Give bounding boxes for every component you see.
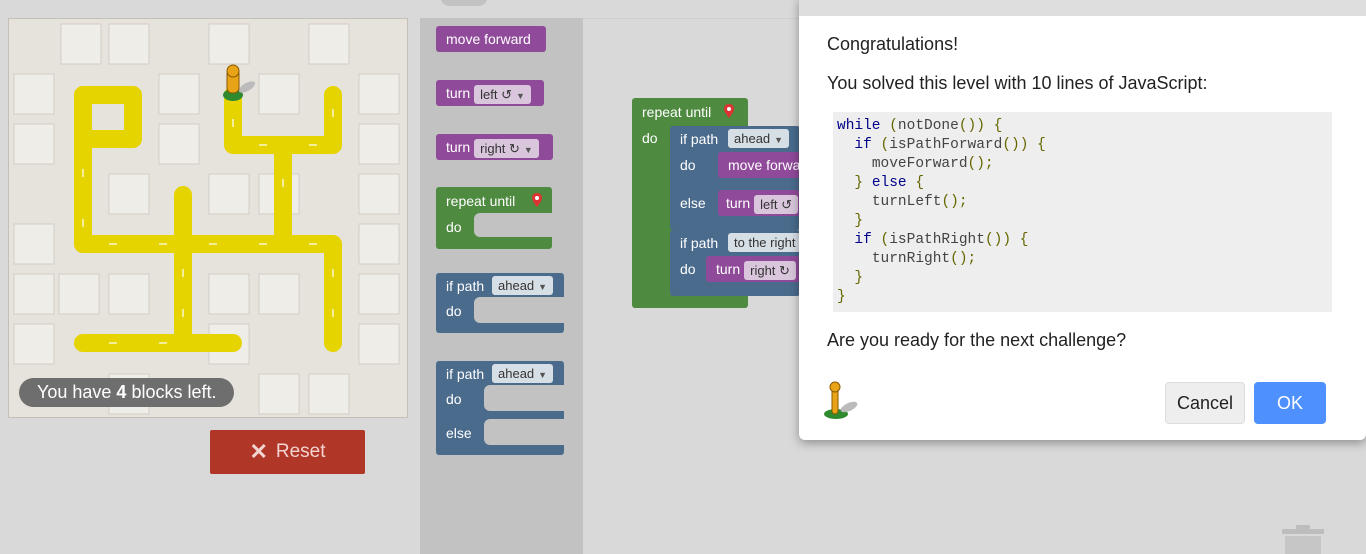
- do-label: do: [446, 303, 462, 319]
- left-option: left ↺: [480, 86, 512, 102]
- if-path-label: if path: [680, 131, 719, 147]
- path-direction-dropdown[interactable]: ahead ▼: [492, 276, 554, 295]
- move-forward-label: move forwa: [728, 157, 801, 173]
- if-path-label: if path: [446, 366, 485, 382]
- map-pin-icon: [532, 193, 542, 207]
- pegman-icon: [824, 381, 858, 419]
- dropdown-arrow-icon: ▼: [774, 135, 784, 145]
- workspace-divider: [583, 18, 803, 19]
- do-label: do: [680, 261, 696, 277]
- blocks-left-prefix: You have: [37, 382, 117, 402]
- direction-dropdown[interactable]: right ↻ ▼: [474, 138, 539, 158]
- congrats-heading: Congratulations!: [827, 34, 959, 54]
- toolbox-repeat-until-block[interactable]: repeat until do: [436, 187, 552, 249]
- dialog-header: [799, 0, 1366, 16]
- code-line: }: [854, 213, 864, 229]
- ok-button[interactable]: OK: [1254, 382, 1326, 424]
- top-tab[interactable]: [440, 0, 488, 6]
- maze-canvas: You have 4 blocks left.: [8, 18, 408, 418]
- javascript-code-block: while (notDone()) { if (isPathForward())…: [833, 112, 1332, 312]
- map-pin-icon: [724, 104, 734, 118]
- right-option: right ↻: [480, 140, 520, 156]
- direction-dropdown[interactable]: left ↺ ▼: [474, 84, 531, 104]
- left-option: left ↺: [760, 196, 792, 212]
- path-direction-dropdown[interactable]: ahead ▼: [492, 364, 554, 383]
- turn-label: turn: [446, 139, 471, 155]
- pegman-player: [223, 64, 256, 101]
- ahead-option: ahead: [498, 278, 535, 293]
- direction-dropdown[interactable]: right ↻: [744, 260, 796, 280]
- do-label: do: [680, 157, 696, 173]
- workspace-move-forward-block[interactable]: move forwa: [718, 152, 800, 178]
- next-challenge-question: Are you ready for the next challenge?: [827, 330, 1127, 350]
- solved-message: You solved this level with 10 lines of J…: [827, 73, 1208, 93]
- path-direction-dropdown[interactable]: to the right: [728, 233, 802, 252]
- maze-walls: [13, 23, 400, 415]
- move-forward-label: move forward: [446, 31, 531, 47]
- dropdown-arrow-icon: ▼: [538, 282, 548, 292]
- code-line: moveForward();: [871, 156, 994, 172]
- blocks-left-count: 4: [116, 382, 127, 402]
- blocks-left-suffix: blocks left.: [126, 382, 217, 402]
- else-label: else: [446, 425, 472, 441]
- cancel-button[interactable]: Cancel: [1165, 382, 1245, 424]
- dropdown-arrow-icon: ▼: [523, 144, 533, 155]
- congratulations-dialog: Congratulations! You solved this level w…: [799, 0, 1366, 440]
- blocks-left-badge: You have 4 blocks left.: [19, 378, 235, 407]
- code-line: }: [854, 270, 864, 286]
- toolbox-move-forward-block[interactable]: move forward: [436, 26, 546, 52]
- code-line: if (isPathRight()) {: [854, 232, 1029, 248]
- code-line: } else {: [854, 175, 925, 191]
- code-line: while (notDone()) {: [837, 118, 1003, 134]
- close-icon: ✕: [249, 439, 268, 464]
- ahead-option: ahead: [734, 131, 771, 146]
- maze-drawing: [13, 23, 400, 415]
- turn-label: turn: [716, 261, 741, 277]
- ahead-option: ahead: [498, 366, 535, 381]
- dropdown-arrow-icon: ▼: [538, 370, 548, 380]
- toolbox-if-else-block[interactable]: if path ahead ▼ do else: [436, 361, 564, 455]
- code-line: }: [837, 289, 846, 305]
- dropdown-arrow-icon: ▼: [515, 90, 525, 101]
- code-line: turnLeft();: [871, 194, 968, 210]
- right-option: right ↻: [750, 262, 790, 278]
- workspace-turn-right-block[interactable]: turn right ↻: [706, 256, 800, 282]
- workspace-turn-left-block[interactable]: turn left ↺: [718, 190, 800, 216]
- turn-label: turn: [446, 85, 471, 101]
- code-line: turnRight();: [871, 251, 977, 267]
- repeat-until-label: repeat until: [446, 193, 516, 209]
- path-direction-dropdown[interactable]: ahead ▼: [728, 129, 790, 148]
- toolbox-turn-left-block[interactable]: turn left ↺ ▼: [436, 80, 544, 106]
- turn-label: turn: [726, 195, 751, 211]
- trash-can-icon[interactable]: [1282, 525, 1324, 554]
- if-path-label: if path: [680, 235, 719, 251]
- reset-button[interactable]: ✕ Reset: [210, 430, 365, 474]
- reset-label: Reset: [275, 441, 326, 462]
- statement-slot: [484, 385, 564, 411]
- code-line: if (isPathForward()) {: [854, 137, 1046, 153]
- statement-slot: [474, 213, 552, 237]
- do-label: do: [446, 391, 462, 407]
- to-the-right-option: to the right: [734, 235, 796, 250]
- else-label: else: [680, 195, 706, 211]
- direction-dropdown[interactable]: left ↺: [754, 194, 798, 214]
- toolbox-turn-right-block[interactable]: turn right ↻ ▼: [436, 134, 553, 160]
- toolbox-if-path-block[interactable]: if path ahead ▼ do: [436, 273, 564, 333]
- if-path-label: if path: [446, 278, 485, 294]
- do-label: do: [446, 219, 462, 235]
- do-label: do: [642, 130, 658, 146]
- else-statement-slot: [484, 419, 564, 445]
- statement-slot: [474, 297, 564, 323]
- repeat-until-label: repeat until: [642, 104, 712, 120]
